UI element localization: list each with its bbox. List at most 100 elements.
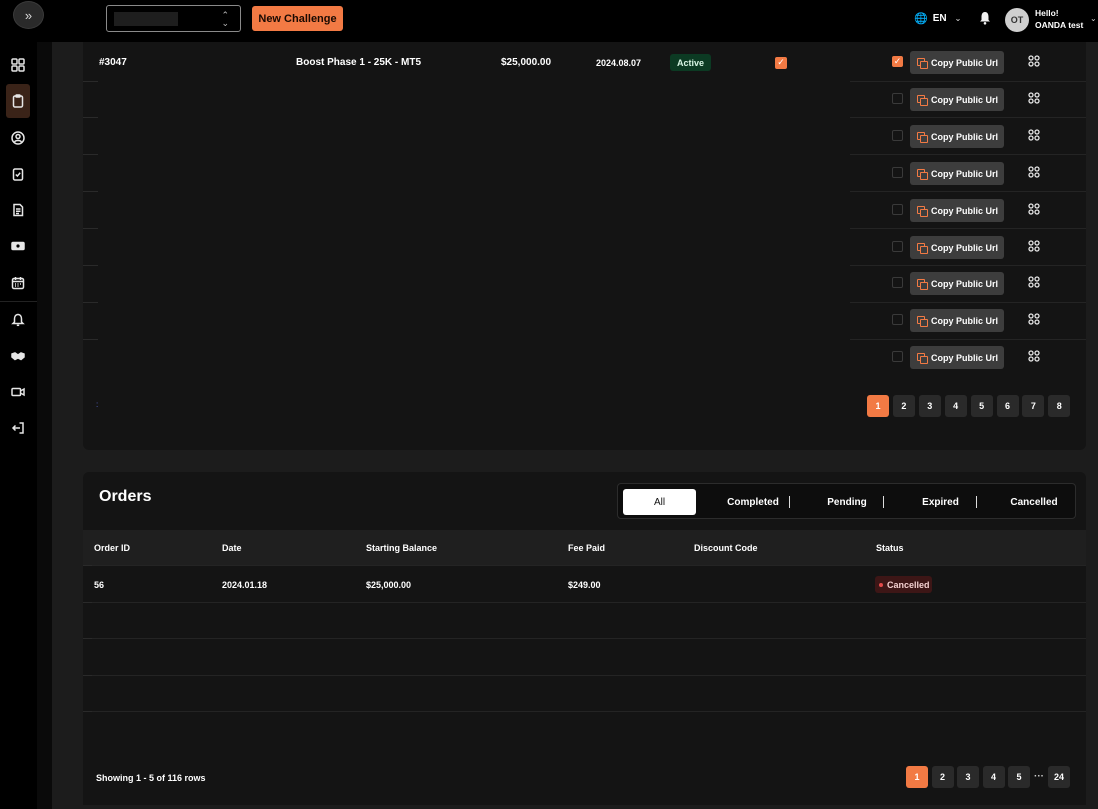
money-icon — [11, 241, 25, 251]
copy-public-url-button[interactable]: Copy Public Url — [910, 162, 1004, 185]
copy-icon — [917, 353, 928, 364]
page-button[interactable]: 7 — [1022, 395, 1045, 417]
document-icon — [13, 203, 24, 217]
row-actions-icon[interactable] — [1028, 91, 1040, 104]
page-button[interactable]: 3 — [957, 766, 979, 788]
status-dot-icon — [879, 582, 883, 587]
sidebar — [0, 42, 37, 809]
row-divider — [850, 228, 1086, 229]
double-chevron-right-icon: » — [24, 7, 33, 23]
tab-expired[interactable]: Expired — [908, 489, 973, 515]
row-select-checkbox[interactable] — [892, 277, 903, 288]
page-button[interactable]: 4 — [982, 766, 1005, 788]
globe-icon: 🌐 — [914, 13, 928, 25]
status-badge: Active — [670, 54, 711, 71]
row-select-checkbox[interactable]: ✓ — [892, 56, 903, 67]
copy-icon — [917, 95, 928, 106]
language-switcher[interactable]: 🌐 EN ⌄ — [914, 12, 961, 25]
sidebar-item-affiliates[interactable] — [6, 344, 30, 368]
column-discount-code[interactable]: Discount Code — [694, 543, 758, 553]
page-button[interactable]: 6 — [996, 395, 1019, 417]
row-actions-icon[interactable] — [1028, 312, 1040, 325]
row-actions-icon[interactable] — [1028, 54, 1040, 67]
copy-button-label: Copy Public Url — [931, 94, 999, 105]
page-button[interactable]: 1 — [867, 395, 889, 417]
row-select-checkbox[interactable] — [892, 167, 903, 178]
page-button[interactable]: 3 — [918, 395, 941, 417]
page-button[interactable]: 1 — [906, 766, 928, 788]
copy-public-url-button[interactable]: Copy Public Url — [910, 51, 1004, 74]
page-button[interactable]: 5 — [970, 395, 993, 417]
tab-pending[interactable]: Pending — [813, 489, 881, 515]
tab-completed[interactable]: Completed — [718, 489, 788, 515]
column-date[interactable]: Date — [222, 543, 242, 553]
sidebar-item-accounts[interactable] — [6, 84, 30, 118]
row-divider — [850, 81, 1086, 82]
row-select-checkbox[interactable] — [892, 204, 903, 215]
sidebar-item-calendar[interactable] — [6, 271, 30, 295]
column-order-id[interactable]: Order ID — [94, 543, 130, 553]
user-menu-chevron-icon[interactable]: ⌄ — [1090, 14, 1097, 23]
row-actions-icon[interactable] — [1028, 128, 1040, 141]
page-button[interactable]: 8 — [1048, 395, 1071, 417]
row-divider — [850, 191, 1086, 192]
row-actions-icon[interactable] — [1028, 275, 1040, 288]
orders-title: Orders — [99, 488, 152, 505]
copy-icon — [917, 58, 928, 69]
copy-button-label: Copy Public Url — [931, 205, 999, 216]
row-select-checkbox[interactable] — [892, 93, 903, 104]
row-select-checkbox[interactable] — [892, 241, 903, 252]
expand-sidebar-button[interactable]: » — [13, 1, 44, 29]
clipboard-icon — [12, 94, 24, 108]
copy-public-url-button[interactable]: Copy Public Url — [910, 346, 1004, 369]
row-actions-icon[interactable] — [1028, 349, 1040, 362]
row-select-checkbox[interactable] — [892, 314, 903, 325]
sidebar-item-tasks[interactable] — [6, 162, 30, 186]
tab-cancelled[interactable]: Cancelled — [1001, 489, 1067, 515]
sidebar-item-documents[interactable] — [6, 198, 30, 222]
page-button[interactable]: 2 — [931, 766, 954, 788]
sidebar-item-notifications[interactable] — [6, 308, 30, 332]
rows-count: Showing 1 - 5 of 116 rows — [96, 773, 206, 783]
row-select-checkbox[interactable] — [892, 130, 903, 141]
sidebar-item-payouts[interactable] — [6, 234, 30, 258]
row-actions-icon[interactable] — [1028, 202, 1040, 215]
row-actions-icon[interactable] — [1028, 239, 1040, 252]
notification-bell-icon[interactable] — [979, 11, 991, 25]
copy-icon — [917, 243, 928, 254]
page-button-last[interactable]: 24 — [1048, 766, 1070, 788]
account-select[interactable]: ⌃ ⌄ — [106, 5, 241, 32]
copy-public-url-button[interactable]: Copy Public Url — [910, 236, 1004, 259]
order-starting-balance: $25,000.00 — [366, 580, 412, 590]
sidebar-item-videos[interactable] — [6, 380, 30, 404]
copy-public-url-button[interactable]: Copy Public Url — [910, 272, 1004, 295]
row-divider — [92, 675, 1086, 676]
order-fee-paid: $249.00 — [568, 580, 601, 590]
sidebar-item-dashboard[interactable] — [6, 53, 30, 77]
row-select-checkbox[interactable] — [892, 351, 903, 362]
user-name: OANDA test — [1035, 20, 1084, 30]
column-fee-paid[interactable]: Fee Paid — [568, 543, 605, 553]
row-divider — [83, 81, 98, 82]
user-avatar[interactable]: OT — [1005, 8, 1029, 32]
sidebar-item-profile[interactable] — [6, 126, 30, 150]
order-id: 56 — [94, 580, 105, 590]
page-button[interactable]: 5 — [1008, 766, 1030, 788]
sidebar-divider — [0, 301, 37, 302]
copy-public-url-button[interactable]: Copy Public Url — [910, 125, 1004, 148]
user-greeting[interactable]: Hello! OANDA test — [1035, 7, 1095, 31]
row-actions-icon[interactable] — [1028, 165, 1040, 178]
copy-public-url-button[interactable]: Copy Public Url — [910, 199, 1004, 222]
account-checkbox[interactable]: ✓ — [775, 57, 787, 69]
copy-public-url-button[interactable]: Copy Public Url — [910, 309, 1004, 332]
row-divider — [92, 602, 1086, 603]
sidebar-item-logout[interactable] — [6, 416, 30, 440]
column-starting-balance[interactable]: Starting Balance — [366, 543, 437, 553]
page-button[interactable]: 2 — [892, 395, 915, 417]
page-button[interactable]: 4 — [944, 395, 967, 417]
column-status[interactable]: Status — [876, 543, 904, 553]
new-challenge-button[interactable]: New Challenge — [252, 6, 343, 31]
copy-public-url-button[interactable]: Copy Public Url — [910, 88, 1004, 111]
account-name: Boost Phase 1 - 25K - MT5 — [296, 57, 422, 68]
tab-all[interactable]: All — [623, 489, 696, 515]
